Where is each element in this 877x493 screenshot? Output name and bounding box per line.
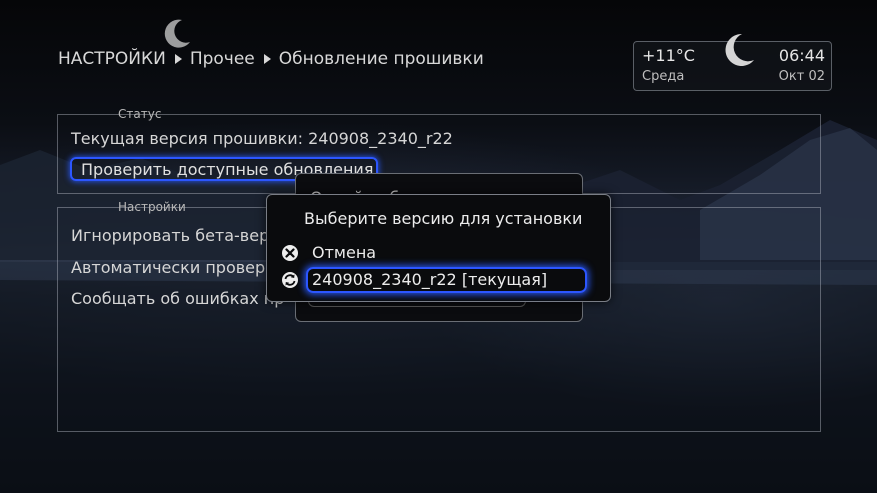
breadcrumb-item-firmware-update: Обновление прошивки [278, 49, 484, 69]
chevron-right-icon [263, 53, 271, 64]
version-label: 240908_2340_r22 [текущая] [312, 270, 548, 289]
cancel-label: Отмена [312, 243, 377, 262]
firmware-version-text: Текущая версия прошивки: 240908_2340_r22 [71, 129, 453, 148]
weekday: Среда [642, 69, 685, 84]
clock-time: 06:44 [778, 46, 825, 65]
breadcrumb: НАСТРОЙКИ Прочее Обновление прошивки [58, 49, 484, 69]
temperature: +11°C [642, 46, 695, 65]
settings-legend: Настройки [118, 200, 186, 214]
refresh-icon [282, 272, 298, 288]
ignore-beta-option[interactable]: Игнорировать бета-вер [71, 226, 269, 245]
weather-clock-widget: +11°C 06:44 Среда Окт 02 [633, 33, 832, 91]
cancel-icon [282, 245, 298, 261]
cancel-option[interactable]: Отмена [277, 240, 589, 266]
chevron-right-icon [174, 53, 182, 64]
status-legend: Статус [118, 107, 162, 121]
moon-icon [725, 33, 754, 66]
breadcrumb-item-settings[interactable]: НАСТРОЙКИ [58, 49, 166, 69]
moon-icon [164, 19, 190, 48]
breadcrumb-item-other[interactable]: Прочее [190, 49, 255, 69]
auto-check-option[interactable]: Автоматически проверя [71, 258, 275, 277]
version-dialog-title: Выберите версию для установки [304, 209, 583, 228]
version-select-dialog: Выберите версию для установки Отмена 240… [266, 194, 611, 302]
version-option[interactable]: 240908_2340_r22 [текущая] [277, 267, 589, 293]
report-errors-option[interactable]: Сообщать об ошибках пр [71, 289, 284, 308]
date: Окт 02 [778, 69, 825, 84]
